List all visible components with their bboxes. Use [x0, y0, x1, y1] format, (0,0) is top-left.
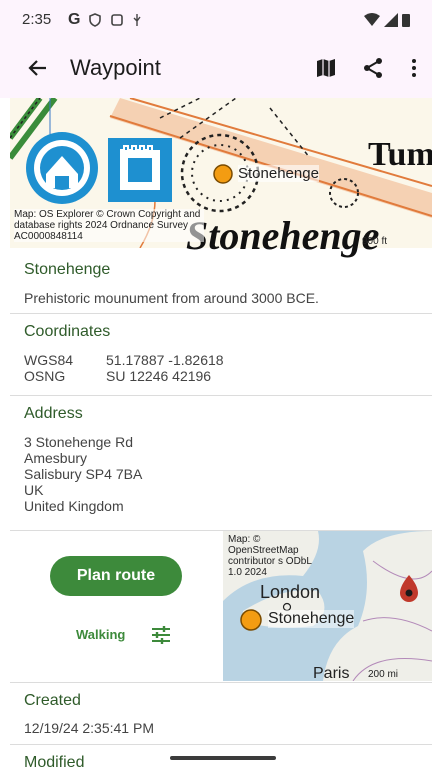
- waypoint-description: Prehistoric mounument from around 3000 B…: [24, 290, 319, 306]
- share-icon[interactable]: [361, 56, 385, 80]
- address-text[interactable]: 3 Stonehenge Rd Amesbury Salisbury SP4 7…: [24, 434, 142, 514]
- map-partial-label: Tum: [368, 136, 432, 173]
- divider: [10, 395, 432, 396]
- status-left-icons: G: [68, 11, 142, 29]
- coordinates-list[interactable]: WGS84 51.17887 -1.82618 OSNG SU 12246 4219…: [24, 352, 224, 384]
- waypoint-name: Stonehenge: [24, 261, 111, 278]
- coordinate-label: OSNG: [24, 368, 66, 384]
- address-line: Salisbury SP4 7BA: [24, 466, 143, 482]
- address-heading: Address: [24, 405, 83, 422]
- page-title: Waypoint: [70, 55, 161, 80]
- status-right-icons: [364, 13, 410, 27]
- minimap-city-paris: Paris: [313, 665, 350, 682]
- usb-icon: [133, 14, 142, 26]
- battery-icon: [402, 14, 410, 27]
- wifi-icon: [364, 13, 380, 26]
- signal-icon: [384, 13, 398, 27]
- status-time: 2:35: [22, 11, 52, 28]
- more-vert-icon[interactable]: [402, 56, 426, 80]
- google-icon: G: [68, 11, 81, 28]
- coordinate-value: 51.17887 -1.82618: [106, 352, 224, 368]
- created-value: 12/19/24 2:35:41 PM: [24, 720, 154, 736]
- coordinate-row: OSNG SU 12246 42196: [24, 368, 224, 384]
- app-bar: Waypoint: [0, 40, 432, 98]
- coordinates-heading: Coordinates: [24, 323, 111, 340]
- plan-route-button[interactable]: Plan route: [50, 556, 182, 596]
- coordinate-label: WGS84: [24, 352, 74, 368]
- divider: [10, 682, 432, 683]
- coordinate-row: WGS84 51.17887 -1.82618: [24, 352, 224, 368]
- vpn-icon: [89, 13, 102, 27]
- map-scale: 900 ft: [362, 236, 388, 247]
- address-line: 3 Stonehenge Rd: [24, 434, 133, 450]
- map-marker-label: Stonehenge: [238, 165, 319, 182]
- address-line: United Kingdom: [24, 498, 124, 514]
- divider: [10, 744, 432, 745]
- status-bar: 2:35 G: [0, 0, 432, 40]
- minimap-waypoint-label: Stonehenge: [268, 610, 355, 628]
- map-attribution: Map: OS Explorer © Crown Copyright and d…: [14, 209, 204, 242]
- address-line: UK: [24, 482, 44, 498]
- location-pin-icon: [400, 575, 418, 602]
- minimap-attribution: Map: © OpenStreetMap contributor s ODbL …: [228, 534, 312, 578]
- screen-icon: [111, 14, 124, 26]
- travel-mode-label[interactable]: Walking: [76, 627, 125, 642]
- back-arrow-icon[interactable]: [26, 56, 50, 80]
- minimap-scale: 200 mi: [368, 669, 399, 680]
- gesture-nav-handle[interactable]: [170, 756, 276, 760]
- coordinate-value: SU 12246 42196: [106, 368, 212, 384]
- modified-heading: Modified: [24, 754, 85, 771]
- minimap-waypoint-marker-icon: [240, 609, 262, 631]
- map-place-label: Stonehenge: [186, 213, 380, 258]
- divider: [10, 313, 432, 314]
- minimap-city-london: London: [260, 582, 321, 602]
- created-heading: Created: [24, 692, 81, 709]
- map-icon[interactable]: [314, 56, 338, 80]
- tune-icon[interactable]: [150, 624, 172, 646]
- waypoint-marker-icon: [213, 164, 233, 184]
- address-line: Amesbury: [24, 450, 88, 466]
